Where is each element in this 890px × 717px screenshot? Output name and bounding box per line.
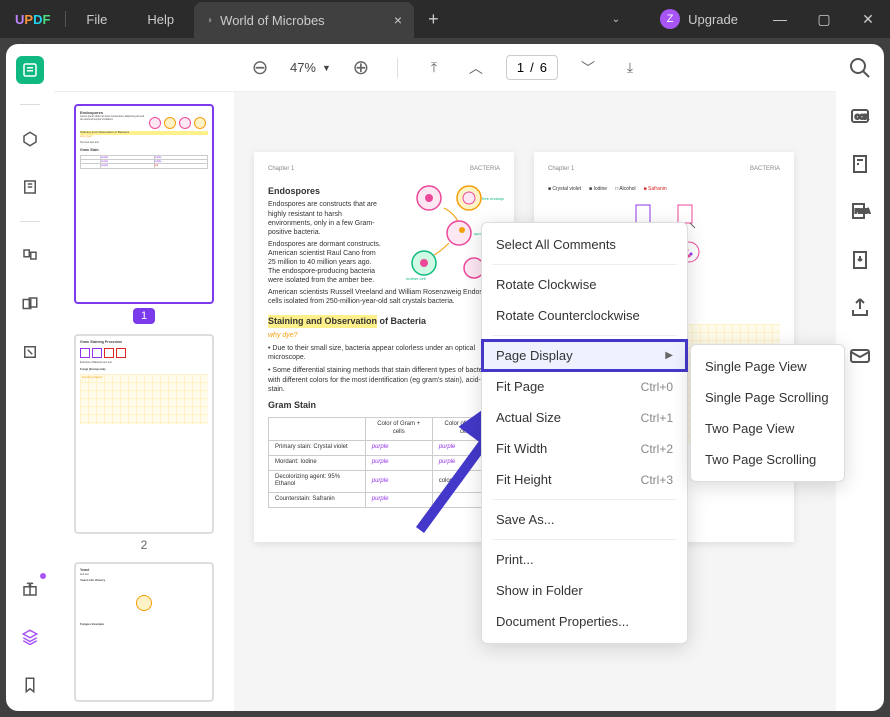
ocr-tool[interactable]: OCR <box>848 104 872 128</box>
current-page: 1 <box>517 60 524 75</box>
user-avatar-icon: Z <box>660 9 680 29</box>
ctx-page-display[interactable]: Page Display▶ <box>482 340 687 371</box>
heading-gram-stain: Gram Stain <box>268 400 500 412</box>
thumbnail-page-1[interactable]: Endospores Lorem ipsum dolor sit amet co… <box>74 104 214 304</box>
highlight-staining: Staining and Observation <box>268 315 377 329</box>
document-tab[interactable]: ◑ World of Microbes × <box>194 2 414 38</box>
comment-tool[interactable] <box>16 125 44 153</box>
sub-single-page-view[interactable]: Single Page View <box>691 351 844 382</box>
top-toolbar: ⊖ 47% ▼ ⊕ ⤒ ︿ 1 / 6 ﹀ ⤓ <box>54 44 836 92</box>
tab-list-dropdown[interactable]: ⌄ <box>592 14 640 25</box>
search-tool[interactable] <box>848 56 872 80</box>
ctx-select-all-comments[interactable]: Select All Comments <box>482 229 687 260</box>
page-display-submenu: Single Page View Single Page Scrolling T… <box>690 344 845 482</box>
gram-stain-table: Color of Gram + cellsColor of Gram – cel… <box>268 417 500 508</box>
ctx-print[interactable]: Print... <box>482 544 687 575</box>
left-toolbar <box>6 44 54 711</box>
svg-text:mother cell: mother cell <box>406 276 426 281</box>
ctx-fit-height[interactable]: Fit HeightCtrl+3 <box>482 464 687 495</box>
page-input[interactable]: 1 / 6 <box>506 55 558 80</box>
new-tab-button[interactable]: + <box>414 9 453 30</box>
prev-page-button[interactable]: ︿ <box>464 58 488 78</box>
svg-text:OCR: OCR <box>855 115 869 121</box>
tab-title: World of Microbes <box>220 13 325 28</box>
zoom-value: 47% <box>290 60 316 75</box>
chevron-down-icon: ▼ <box>322 63 331 73</box>
next-page-button[interactable]: ﹀ <box>576 58 600 78</box>
thumbnail-number-2: 2 <box>141 538 148 552</box>
ctx-rotate-clockwise[interactable]: Rotate Clockwise <box>482 269 687 300</box>
layers-tool[interactable] <box>16 623 44 651</box>
page-tool[interactable] <box>16 242 44 270</box>
ctx-fit-page[interactable]: Fit PageCtrl+0 <box>482 371 687 402</box>
zoom-dropdown[interactable]: 47% ▼ <box>290 60 331 75</box>
bookmark-tool[interactable] <box>16 671 44 699</box>
sub-single-page-scrolling[interactable]: Single Page Scrolling <box>691 382 844 413</box>
convert-tool[interactable]: PDF/A <box>848 200 872 224</box>
app-logo: UPDF <box>0 12 65 27</box>
thumbnail-badge-1: 1 <box>133 308 155 324</box>
share-tool[interactable] <box>848 296 872 320</box>
close-button[interactable]: ✕ <box>846 11 890 28</box>
last-page-button[interactable]: ⤓ <box>618 59 642 76</box>
gift-tool[interactable] <box>16 575 44 603</box>
thumbnail-panel: Endospores Lorem ipsum dolor sit amet co… <box>54 92 234 711</box>
title-bar: UPDF File Help ◑ World of Microbes × + ⌄… <box>0 0 890 38</box>
help-menu[interactable]: Help <box>127 12 194 27</box>
minimize-button[interactable]: — <box>758 11 802 27</box>
tab-loading-icon: ◑ <box>206 15 212 26</box>
svg-text:free endospore: free endospore <box>482 196 504 201</box>
ctx-actual-size[interactable]: Actual SizeCtrl+1 <box>482 402 687 433</box>
email-tool[interactable] <box>848 344 872 368</box>
document-page-1: Chapter 1BACTERIA Endospores Endospores … <box>254 152 514 542</box>
ctx-fit-width[interactable]: Fit WidthCtrl+2 <box>482 433 687 464</box>
chevron-right-icon: ▶ <box>665 350 673 361</box>
upgrade-button[interactable]: Z Upgrade <box>648 9 750 29</box>
export-tool[interactable] <box>848 248 872 272</box>
ctx-show-in-folder[interactable]: Show in Folder <box>482 575 687 606</box>
thumbnail-page-2[interactable]: Gram Staining Procedure Example of Bacte… <box>74 334 214 534</box>
zoom-out-button[interactable]: ⊖ <box>248 55 272 80</box>
context-menu: Select All Comments Rotate Clockwise Rot… <box>481 222 688 644</box>
svg-text:PDF/A: PDF/A <box>855 209 870 215</box>
maximize-button[interactable]: ▢ <box>802 11 846 28</box>
ctx-document-properties[interactable]: Document Properties... <box>482 606 687 637</box>
zoom-in-button[interactable]: ⊕ <box>349 55 373 80</box>
thumbnail-page-3[interactable]: Yeast text text Yeast Life History Fungu… <box>74 562 214 702</box>
organize-tool[interactable] <box>16 290 44 318</box>
ctx-save-as[interactable]: Save As... <box>482 504 687 535</box>
edit-tool[interactable] <box>16 173 44 201</box>
reader-tool[interactable] <box>16 56 44 84</box>
first-page-button[interactable]: ⤒ <box>422 59 446 76</box>
compress-tool[interactable] <box>848 152 872 176</box>
total-pages: 6 <box>540 60 547 75</box>
crop-tool[interactable] <box>16 338 44 366</box>
upgrade-label: Upgrade <box>688 12 738 27</box>
sub-two-page-scrolling[interactable]: Two Page Scrolling <box>691 444 844 475</box>
file-menu[interactable]: File <box>66 12 127 27</box>
sub-two-page-view[interactable]: Two Page View <box>691 413 844 444</box>
close-tab-icon[interactable]: × <box>394 12 402 28</box>
ctx-rotate-counterclockwise[interactable]: Rotate Counterclockwise <box>482 300 687 331</box>
